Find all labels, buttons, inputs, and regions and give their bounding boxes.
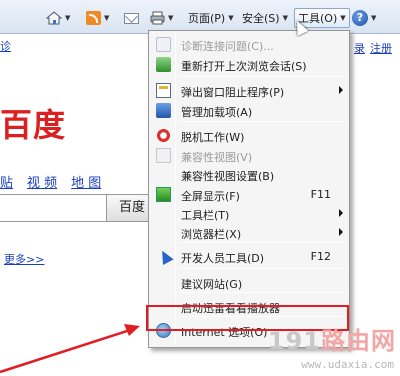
watermark-number: 191 — [267, 327, 321, 355]
watermark: 191路由网 — [268, 321, 396, 356]
watermark-brand: 路由网 — [321, 327, 396, 355]
annotation-arrow — [0, 324, 140, 374]
watermark-url: www.udaxia.com — [301, 358, 394, 371]
arrow-shaft — [0, 328, 131, 374]
